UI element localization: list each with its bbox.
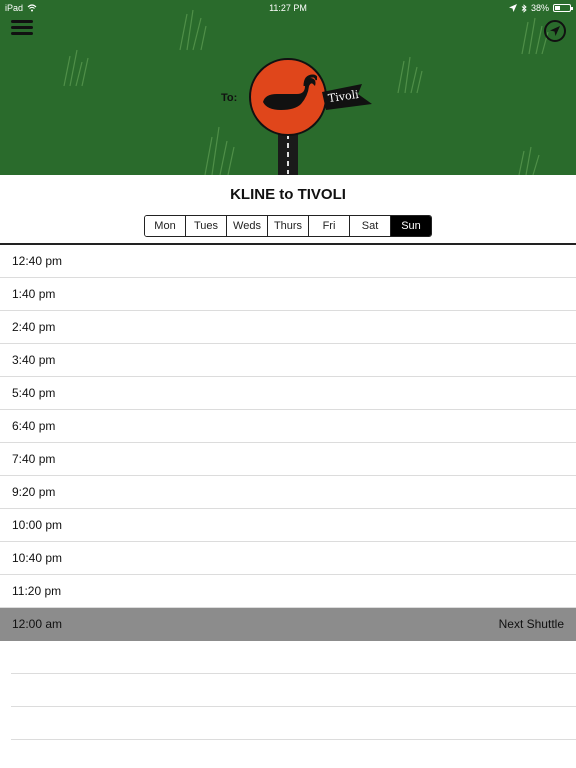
departure-time: 11:20 pm (12, 584, 62, 598)
app-root: iPad 11:27 PM 38% To: Tivoli KLINE to TI… (0, 0, 576, 768)
day-selector: Mon Tues Weds Thurs Fri Sat Sun (144, 215, 432, 237)
departure-time: 9:20 pm (12, 485, 56, 499)
schedule-row-next[interactable]: 12:00 am Next Shuttle (0, 608, 576, 641)
road-post (278, 130, 298, 175)
departure-time: 12:00 am (12, 617, 63, 631)
bluetooth-icon (521, 3, 527, 13)
schedule-row[interactable]: 1:40 pm (0, 278, 576, 311)
navigation-arrow-icon[interactable] (543, 19, 567, 43)
swan-icon (263, 74, 317, 110)
schedule-row[interactable]: 6:40 pm (0, 410, 576, 443)
schedule-row[interactable]: 2:40 pm (0, 311, 576, 344)
departure-time: 12:40 pm (12, 254, 63, 268)
tab-weds[interactable]: Weds (227, 216, 268, 236)
tab-thurs[interactable]: Thurs (268, 216, 309, 236)
departure-time: 10:40 pm (12, 551, 63, 565)
next-shuttle-label: Next Shuttle (498, 617, 564, 631)
battery-percent: 38% (530, 3, 549, 13)
departure-time: 6:40 pm (12, 419, 56, 433)
grass-decoration (204, 126, 235, 175)
schedule-row[interactable]: 11:20 pm (0, 575, 576, 608)
tab-tues[interactable]: Tues (186, 216, 227, 236)
tab-fri[interactable]: Fri (309, 216, 350, 236)
route-title: KLINE to TIVOLI (230, 186, 346, 203)
empty-row (11, 641, 576, 674)
tab-sat[interactable]: Sat (350, 216, 391, 236)
destination-sign (249, 58, 327, 136)
status-bar: iPad 11:27 PM 38% (0, 0, 576, 16)
battery-icon (553, 4, 573, 12)
schedule-row[interactable]: 5:40 pm (0, 377, 576, 410)
departure-time: 3:40 pm (12, 353, 56, 367)
empty-row (11, 674, 576, 707)
schedule-row[interactable]: 10:00 pm (0, 509, 576, 542)
schedule-row[interactable]: 3:40 pm (0, 344, 576, 377)
schedule-row[interactable]: 10:40 pm (0, 542, 576, 575)
header-banner: iPad 11:27 PM 38% To: Tivoli (0, 0, 576, 175)
departure-time: 5:40 pm (12, 386, 56, 400)
schedule-row[interactable]: 9:20 pm (0, 476, 576, 509)
grass-decoration (63, 49, 89, 87)
to-label: To: (221, 92, 238, 104)
schedule-list: 12:40 pm 1:40 pm 2:40 pm 3:40 pm 5:40 pm 6:40… (0, 245, 576, 740)
status-time: 11:27 PM (269, 3, 307, 13)
schedule-row[interactable]: 7:40 pm (0, 443, 576, 476)
tab-mon[interactable]: Mon (145, 216, 186, 236)
grass-decoration (397, 56, 423, 94)
departure-time: 1:40 pm (12, 287, 56, 301)
location-arrow-icon (508, 4, 517, 12)
tab-sun[interactable]: Sun (391, 216, 431, 236)
empty-row (11, 707, 576, 740)
grass-decoration (518, 146, 540, 175)
departure-time: 10:00 pm (12, 518, 63, 532)
departure-time: 7:40 pm (12, 452, 56, 466)
departure-time: 2:40 pm (12, 320, 56, 334)
hamburger-menu-icon[interactable] (11, 20, 33, 38)
schedule-row[interactable]: 12:40 pm (0, 245, 576, 278)
